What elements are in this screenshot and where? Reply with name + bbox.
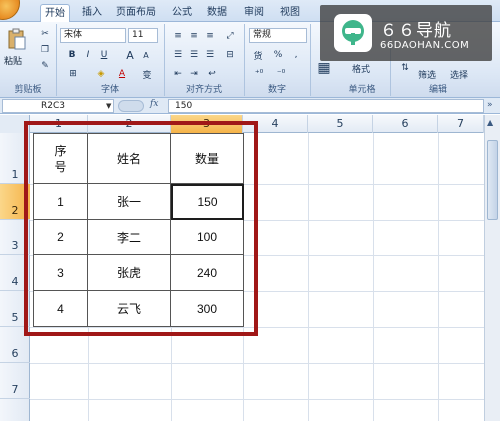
watermark-brand: ６６导航 <box>380 21 452 41</box>
group-separator <box>310 24 311 96</box>
align-right-icon[interactable]: ☰ <box>202 47 218 63</box>
increase-indent-icon[interactable]: ⇥ <box>186 66 202 82</box>
underline-button[interactable]: U <box>98 47 110 63</box>
tab-page-layout[interactable]: 页面布局 <box>112 4 160 22</box>
watermark-logo-icon <box>334 14 372 52</box>
column-header[interactable]: 7 <box>438 115 484 133</box>
group-separator <box>244 24 245 96</box>
fill-color-icon[interactable]: ◈ <box>92 66 110 82</box>
copy-icon[interactable]: ❐ <box>38 42 52 58</box>
grid-line <box>30 363 488 364</box>
grid-line <box>308 133 309 421</box>
group-separator <box>164 24 165 96</box>
borders-icon[interactable]: ⊞ <box>64 66 82 82</box>
formula-bar: R2C3 ▼ fx 150 » <box>0 98 500 114</box>
sort-filter-icon[interactable]: ⇅ <box>398 60 412 76</box>
tab-review[interactable]: 审阅 <box>240 4 268 22</box>
decrease-indent-icon[interactable]: ⇤ <box>170 66 186 82</box>
name-box[interactable]: R2C3 <box>2 99 114 113</box>
group-editing-label: 编辑 <box>428 85 447 95</box>
tab-insert[interactable]: 插入 <box>78 4 106 22</box>
font-color-button[interactable]: A <box>116 66 128 82</box>
formula-bar-handle[interactable] <box>118 100 144 112</box>
align-middle-icon[interactable]: ≡ <box>186 28 202 44</box>
increase-decimal-icon[interactable]: ⁺⁰ <box>250 66 268 82</box>
name-box-dropdown-icon[interactable]: ▼ <box>106 102 111 110</box>
grid-line <box>373 133 374 421</box>
column-header[interactable]: 5 <box>308 115 373 133</box>
watermark: ６６导航 66DAOHAN.COM <box>320 5 492 61</box>
merge-center-icon[interactable]: ⊟ <box>222 47 238 63</box>
column-header[interactable]: 6 <box>373 115 438 133</box>
decrease-decimal-icon[interactable]: ⁻⁰ <box>272 66 290 82</box>
phonetic-button[interactable]: 变 <box>138 66 156 82</box>
group-separator <box>56 24 57 96</box>
tab-view[interactable]: 视图 <box>276 4 304 22</box>
percent-button[interactable]: % <box>272 47 284 63</box>
align-center-icon[interactable]: ☰ <box>186 47 202 63</box>
formula-input[interactable]: 150 <box>168 99 484 113</box>
wrap-text-icon[interactable]: ↩ <box>204 66 220 82</box>
shrink-font-button[interactable]: A <box>140 47 152 63</box>
italic-button[interactable]: I <box>82 47 94 63</box>
font-size-box[interactable]: 11 <box>128 28 158 43</box>
tab-data[interactable]: 数据 <box>203 4 231 22</box>
office-button[interactable] <box>0 0 20 20</box>
font-name-box[interactable]: 宋体 <box>60 28 126 43</box>
paste-button[interactable] <box>6 28 28 50</box>
group-alignment-label: 对齐方式 <box>185 85 222 95</box>
scrollbar-thumb[interactable] <box>487 140 498 220</box>
insert-function-button[interactable]: fx <box>150 99 166 113</box>
row-header[interactable]: 7 <box>0 363 30 399</box>
watermark-url: 66DAOHAN.COM <box>380 40 470 51</box>
expand-formula-bar-icon[interactable]: » <box>487 100 493 110</box>
grow-font-button[interactable]: A <box>124 47 136 63</box>
highlight-frame <box>24 121 258 336</box>
select-button[interactable]: 选择 <box>444 66 474 82</box>
align-left-icon[interactable]: ☰ <box>170 47 186 63</box>
cut-icon[interactable]: ✂ <box>38 26 52 42</box>
paste-label: 粘贴 <box>4 57 23 67</box>
grid-line <box>438 133 439 421</box>
scroll-up-icon[interactable]: ▲ <box>487 118 493 127</box>
tab-home[interactable]: 开始 <box>40 4 70 23</box>
number-format-box[interactable]: 常规 <box>249 28 307 43</box>
styles-icon[interactable]: ▦ <box>314 60 334 76</box>
group-clipboard-label: 剪贴板 <box>14 85 42 95</box>
group-number-label: 数字 <box>267 85 286 95</box>
format-painter-icon[interactable]: ✎ <box>38 58 52 74</box>
comma-button[interactable]: , <box>290 47 302 63</box>
align-top-icon[interactable]: ≡ <box>170 28 186 44</box>
currency-button[interactable]: 货 <box>250 47 266 63</box>
spreadsheet-window: 开始 插入 页面布局 公式 数据 审阅 视图 粘贴 ✂ ❐ ✎ 剪贴板 宋体 1… <box>0 0 500 421</box>
group-font-label: 字体 <box>100 85 119 95</box>
bold-button[interactable]: B <box>66 47 78 63</box>
group-cells-label: 单元格 <box>348 85 376 95</box>
align-bottom-icon[interactable]: ≡ <box>202 28 218 44</box>
grid-line <box>30 399 488 400</box>
tab-formulas[interactable]: 公式 <box>168 4 196 22</box>
paste-icon <box>8 28 26 50</box>
format-cells-button[interactable]: 格式 <box>344 60 378 76</box>
orientation-icon[interactable]: ⤢ <box>222 28 238 44</box>
filter-button[interactable]: 筛选 <box>412 66 442 82</box>
